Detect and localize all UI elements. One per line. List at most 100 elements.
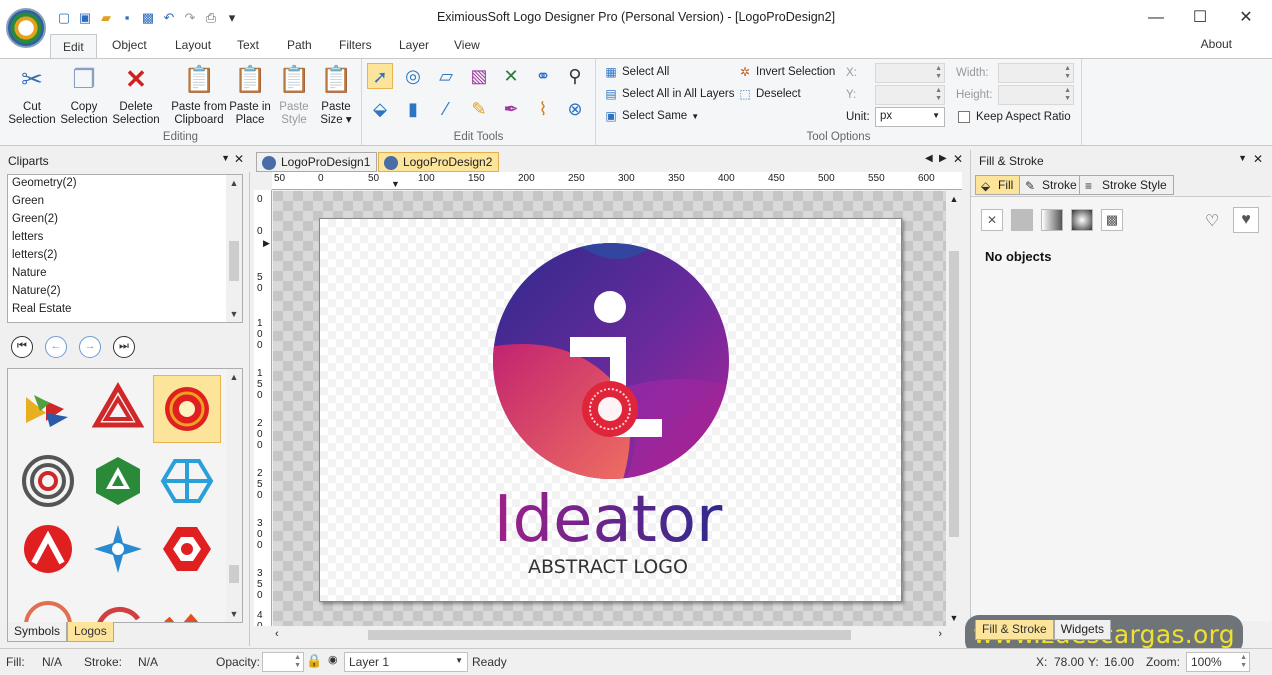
close-button[interactable]: ✕ — [1226, 6, 1266, 30]
first-page-icon[interactable]: ⏮ — [11, 336, 33, 358]
y-input[interactable]: ▲ ▼ — [875, 85, 945, 105]
unit-select[interactable]: px ▼ — [875, 107, 945, 127]
scroll-thumb[interactable] — [368, 630, 851, 640]
lock-icon[interactable]: 🔒 — [306, 653, 322, 669]
fill-rule-evenodd-icon[interactable]: ♡ — [1205, 211, 1219, 231]
artboard[interactable]: Ideator ABSTRACT LOGO — [319, 218, 902, 602]
logo-design[interactable]: Ideator ABSTRACT LOGO — [320, 219, 903, 603]
paste-from-clipboard-button[interactable]: 📋 Paste from Clipboard — [170, 63, 228, 127]
list-scrollbar[interactable]: ▲ ▼ — [226, 175, 242, 322]
canvas-horizontal-scrollbar[interactable]: ‹ › — [273, 626, 946, 644]
list-item[interactable]: letters — [8, 229, 242, 247]
flat-color-icon[interactable] — [1011, 209, 1033, 231]
tab-view[interactable]: View — [454, 38, 480, 52]
spray-icon[interactable]: ▮ — [400, 96, 426, 122]
panel-close-icon[interactable]: ✕ — [1253, 152, 1263, 166]
logo-thumbnail[interactable] — [14, 375, 82, 443]
delete-selection-button[interactable]: ✕ Delete Selection — [110, 63, 162, 127]
select-arrow-icon[interactable]: ➚ — [367, 63, 393, 89]
logo-thumbnail[interactable] — [84, 447, 152, 515]
select-same-button[interactable]: ▣ Select Same ▼ — [604, 109, 699, 123]
tab-text[interactable]: Text — [237, 38, 259, 52]
doc-close-icon[interactable]: ✕ — [953, 152, 963, 166]
logo-thumbnail[interactable] — [153, 515, 221, 583]
minimize-button[interactable]: — — [1136, 6, 1176, 30]
last-page-icon[interactable]: ⏭ — [113, 336, 135, 358]
scroll-down-icon[interactable]: ▼ — [226, 606, 242, 622]
logo-thumbnail[interactable] — [84, 515, 152, 583]
logo-thumbnail[interactable] — [84, 375, 152, 443]
tab-scroll-left-icon[interactable]: ◀ — [925, 153, 933, 164]
scroll-left-icon[interactable]: ‹ — [275, 628, 279, 640]
layer-visibility-icon[interactable]: ◉ — [328, 653, 338, 666]
tab-scroll-right-icon[interactable]: ▶ — [939, 153, 947, 164]
node-icon[interactable]: ⚭ — [530, 63, 556, 89]
brush-icon[interactable]: ⌇ — [530, 96, 556, 122]
list-item[interactable]: Real Estate — [8, 301, 242, 319]
select-all-button[interactable]: ▦ Select All — [604, 65, 669, 79]
pattern-icon[interactable]: ▩ — [1101, 209, 1123, 231]
tab-logos[interactable]: Logos — [67, 622, 114, 642]
maximize-button[interactable]: ☐ — [1180, 6, 1220, 30]
gradient-icon[interactable]: ▧ — [466, 63, 492, 89]
logo-thumbnail[interactable] — [84, 583, 152, 622]
panel-menu-icon[interactable]: ▼ — [221, 153, 230, 163]
paste-size-button[interactable]: 📋 Paste Size ▾ — [310, 63, 362, 127]
list-item[interactable]: Green(2) — [8, 211, 242, 229]
app-logo-icon[interactable] — [6, 8, 46, 48]
logo-thumbnail[interactable] — [153, 447, 221, 515]
tweak-icon[interactable]: ✕ — [498, 63, 524, 89]
list-item[interactable]: Geometry(2) — [8, 175, 242, 193]
panel-menu-icon[interactable]: ▼ — [1238, 153, 1247, 163]
tab-fill-stroke[interactable]: Fill & Stroke — [975, 620, 1054, 640]
doc-tab-2[interactable]: LogoProDesign2 — [378, 152, 500, 172]
dropper-icon[interactable]: ⁄ — [433, 96, 459, 122]
keep-aspect-checkbox[interactable] — [958, 111, 970, 123]
scroll-thumb[interactable] — [229, 241, 239, 281]
pen-icon[interactable]: ✒ — [498, 96, 524, 122]
doc-tab-1[interactable]: LogoProDesign1 — [256, 152, 378, 172]
scroll-up-icon[interactable]: ▲ — [226, 175, 242, 191]
scroll-thumb[interactable] — [949, 251, 959, 537]
design-sub-text[interactable]: ABSTRACT LOGO — [528, 556, 688, 578]
width-input[interactable]: ▲ ▼ — [998, 63, 1074, 83]
radial-gradient-icon[interactable] — [1071, 209, 1093, 231]
scroll-down-icon[interactable]: ▼ — [226, 306, 242, 322]
eraser-icon[interactable]: ▱ — [433, 63, 459, 89]
scroll-down-icon[interactable]: ▼ — [946, 610, 962, 626]
bucket-icon[interactable]: ⬙ — [367, 96, 393, 122]
logo-thumbnail-selected[interactable] — [153, 375, 221, 443]
shapes-icon[interactable]: ◎ — [400, 63, 426, 89]
scroll-thumb[interactable] — [229, 565, 239, 583]
list-item[interactable]: letters(2) — [8, 247, 242, 265]
tab-stroke[interactable]: ✎ Stroke — [1019, 175, 1084, 195]
list-item[interactable]: Nature(2) — [8, 283, 242, 301]
select-all-layers-button[interactable]: ▤ Select All in All Layers — [604, 87, 734, 101]
previous-page-icon[interactable]: ← — [45, 336, 67, 358]
scroll-right-icon[interactable]: › — [938, 628, 942, 640]
design-main-text[interactable]: Ideator — [494, 483, 723, 557]
next-page-icon[interactable]: → — [79, 336, 101, 358]
tab-stroke-style[interactable]: ≡ Stroke Style — [1079, 175, 1174, 195]
tab-fill[interactable]: ⬙ Fill — [975, 175, 1021, 195]
height-input[interactable]: ▲ ▼ — [998, 85, 1074, 105]
tab-path[interactable]: Path — [287, 38, 312, 52]
tab-edit[interactable]: Edit — [50, 34, 97, 59]
tab-filters[interactable]: Filters — [339, 38, 372, 52]
scroll-up-icon[interactable]: ▲ — [946, 191, 962, 207]
zoom-input[interactable]: 100% ▲ ▼ — [1186, 652, 1250, 672]
opacity-input[interactable]: ▲ ▼ — [262, 652, 304, 672]
clipart-category-list[interactable]: Geometry(2) Green Green(2) letters lette… — [7, 174, 243, 323]
canvas-vertical-scrollbar[interactable]: ▲ ▼ — [946, 191, 962, 626]
canvas-viewport[interactable]: Ideator ABSTRACT LOGO — [273, 191, 946, 626]
gallery-scrollbar[interactable]: ▲ ▼ — [226, 369, 242, 622]
logo-thumbnail[interactable] — [14, 583, 82, 622]
logo-thumbnail[interactable] — [153, 583, 221, 622]
scroll-up-icon[interactable]: ▲ — [226, 369, 242, 385]
tab-object[interactable]: Object — [112, 38, 147, 52]
tab-layer[interactable]: Layer — [399, 38, 429, 52]
cut-selection-button[interactable]: ✂ Cut Selection — [6, 63, 58, 127]
panel-close-icon[interactable]: ✕ — [234, 152, 244, 166]
layer-select[interactable]: Layer 1 ▼ — [344, 652, 468, 672]
invert-selection-button[interactable]: ✲ Invert Selection — [738, 65, 835, 79]
